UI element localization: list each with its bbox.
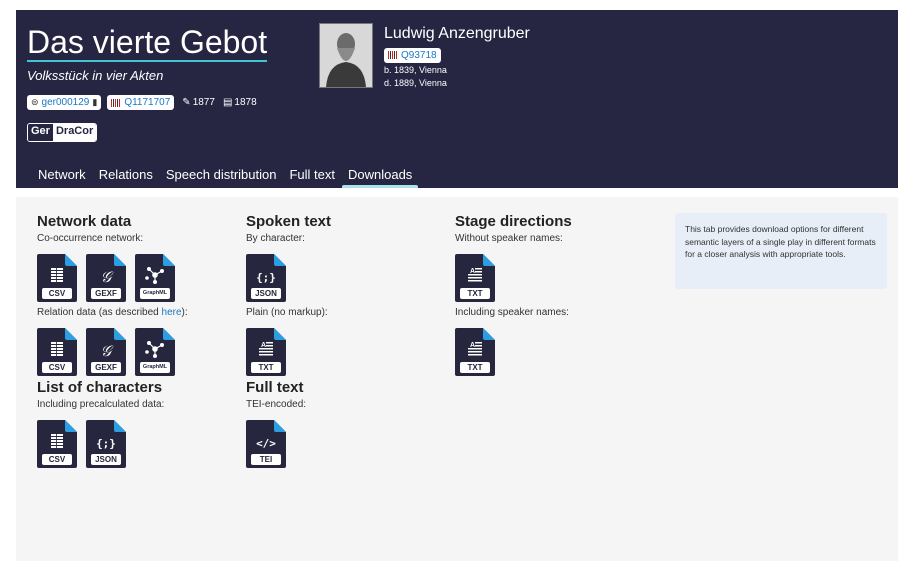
tab-downloads[interactable]: Downloads — [341, 157, 419, 188]
characters-csv-download[interactable]: CSV — [37, 420, 77, 468]
spoken-json-download[interactable]: {;} JSON — [246, 254, 286, 302]
network-data-title: Network data — [37, 213, 132, 230]
pen-icon: ✎ — [182, 97, 191, 108]
author-portrait — [319, 23, 373, 88]
characters-label: Including precalculated data: — [37, 399, 165, 410]
wikidata-badge[interactable]: Q1171707 — [107, 95, 175, 110]
play-subtitle: Volksstück in vier Akten — [27, 68, 164, 83]
spoken-txt-download[interactable]: A TXT — [246, 328, 286, 376]
play-identifiers: ⊜ ger000129 ▮ Q1171707 ✎ 1877 ▤ 1878 — [27, 95, 257, 110]
plain-text-label: Plain (no markup): — [246, 307, 328, 318]
relation-here-link[interactable]: here — [162, 307, 182, 318]
author-name[interactable]: Ludwig Anzengruber — [384, 25, 530, 43]
downloads-panel: Network data Co-occurrence network: CSV … — [16, 197, 898, 561]
play-title[interactable]: Das vierte Gebot — [27, 22, 268, 62]
svg-text:{;}: {;} — [256, 271, 276, 284]
spoken-text-title: Spoken text — [246, 213, 332, 230]
list-of-characters-title: List of characters — [37, 379, 163, 396]
svg-text:A: A — [470, 342, 475, 349]
clipboard-icon[interactable]: ▮ — [92, 97, 97, 108]
svg-text:{;}: {;} — [96, 437, 116, 450]
author-wikidata-badge[interactable]: Q93718 — [384, 46, 441, 64]
with-speakers-label: Including speaker names: — [455, 307, 569, 318]
corpus-badge[interactable]: Ger DraCor — [27, 123, 98, 142]
cooccurrence-csv-download[interactable]: CSV — [37, 254, 77, 302]
dracor-id-badge[interactable]: ⊜ ger000129 ▮ — [27, 95, 102, 110]
tab-relations[interactable]: Relations — [99, 157, 153, 188]
svg-text:A: A — [261, 342, 266, 349]
downloads-info-box: This tab provides download options for d… — [675, 213, 887, 289]
spoken-text-section: Spoken text By character: {;} JSON Plain… — [246, 213, 331, 468]
tei-encoded-label: TEI-encoded: — [246, 399, 307, 410]
without-speakers-label: Without speaker names: — [455, 233, 563, 244]
dracor-icon: ⊜ — [31, 97, 39, 107]
relation-csv-download[interactable]: CSV — [37, 328, 77, 376]
tab-full-text[interactable]: Full text — [289, 157, 335, 188]
tab-speech-distribution[interactable]: Speech distribution — [166, 157, 277, 188]
cooccurrence-gexf-download[interactable]: 𝒢 GEXF — [86, 254, 126, 302]
author-lifespan: b. 1839, Vienna d. 1889, Vienna — [384, 65, 447, 88]
cooccurrence-label: Co-occurrence network: — [37, 233, 144, 244]
stage-directions-title: Stage directions — [455, 213, 572, 230]
svg-text:A: A — [470, 268, 475, 275]
characters-json-download[interactable]: {;} JSON — [86, 420, 126, 468]
printed-year: ▤ 1878 — [222, 97, 257, 108]
network-data-section: Network data Co-occurrence network: CSV … — [37, 213, 188, 468]
wikidata-icon — [388, 51, 398, 59]
wikidata-icon — [111, 98, 122, 107]
by-character-label: By character: — [246, 233, 305, 244]
tab-network[interactable]: Network — [38, 157, 86, 188]
tei-download[interactable]: </> TEI — [246, 420, 286, 468]
written-year: ✎ 1877 — [182, 97, 215, 108]
cooccurrence-graphml-download[interactable]: GraphML — [135, 254, 175, 302]
stage-speakers-txt-download[interactable]: A TXT — [455, 328, 495, 376]
stage-directions-section: Stage directions Without speaker names: … — [455, 213, 572, 376]
relation-data-label: Relation data (as described here): — [37, 307, 188, 318]
relation-gexf-download[interactable]: 𝒢 GEXF — [86, 328, 126, 376]
printer-icon: ▤ — [222, 97, 233, 108]
stage-txt-download[interactable]: A TXT — [455, 254, 495, 302]
svg-text:</>: </> — [256, 437, 276, 450]
play-tabs: Network Relations Speech distribution Fu… — [38, 157, 425, 188]
full-text-title: Full text — [246, 379, 304, 396]
relation-graphml-download[interactable]: GraphML — [135, 328, 175, 376]
